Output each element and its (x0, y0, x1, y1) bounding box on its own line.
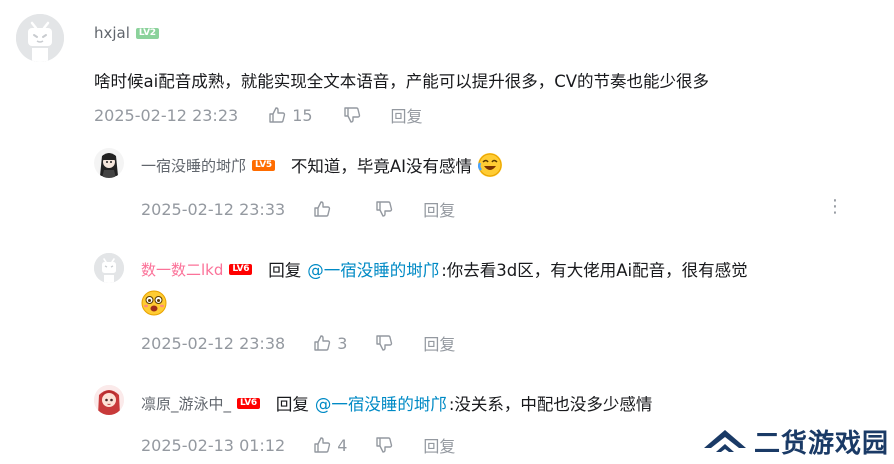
thumbs-down-icon (343, 107, 360, 123)
reply-button[interactable]: 回复 (423, 197, 455, 221)
level-badge: LV5 (252, 159, 275, 171)
dislike-button[interactable] (343, 106, 361, 124)
thumbs-up-icon (314, 437, 331, 453)
reply-avatar[interactable] (94, 148, 124, 178)
thumbs-down-icon (376, 437, 393, 453)
reply-text: :没关系，中配也没多少感情 (448, 395, 653, 414)
user-avatar[interactable] (16, 14, 64, 62)
anime-avatar-icon (94, 148, 124, 178)
like-button[interactable]: 15 (268, 105, 313, 125)
reply-time: 2025-02-12 23:38 (141, 333, 286, 353)
like-count: 4 (337, 435, 348, 455)
watermark: 二货游戏园 (702, 423, 889, 460)
level-badge: LV6 (229, 263, 253, 275)
reply-line: 凛原_游泳中_ LV6 回复 @一宿没睡的埘邝 :没关系，中配也没多少感情 (141, 391, 652, 415)
like-button[interactable]: 3 (313, 334, 347, 353)
reply-time: 2025-02-12 23:33 (141, 199, 286, 219)
thumbs-up-icon (314, 201, 331, 217)
reply-prefix: 回复 (275, 395, 309, 414)
thumbs-down-icon (376, 335, 393, 351)
surprised-emoji-icon (141, 290, 167, 320)
reply-button[interactable]: 回复 (423, 331, 455, 355)
more-options-icon[interactable]: ⋮ (826, 196, 844, 217)
level-badge: LV6 (237, 397, 260, 409)
mention-link[interactable]: @一宿没睡的埘邝 (315, 391, 447, 415)
thumbs-down-icon (376, 201, 393, 217)
reply-text: :你去看3d区，有大佬用Ai配音，很有感觉 (441, 261, 748, 280)
comment-header: hxjal LV2 (94, 24, 159, 42)
watermark-logo-icon (704, 429, 746, 452)
reply-line: 数一数二lkd LV6 回复 @一宿没睡的埘邝 :你去看3d区，有大佬用Ai配音… (141, 257, 748, 281)
comment-text: 啥时候ai配音成熟，就能实现全文本语音，产能可以提升很多，CV的节奏也能少很多 (94, 72, 710, 91)
dislike-button[interactable] (375, 436, 393, 454)
reply-button[interactable]: 回复 (423, 433, 455, 457)
like-count: 3 (337, 333, 348, 353)
mention-link[interactable]: @一宿没睡的埘邝 (307, 257, 439, 281)
crying-laughing-emoji-icon (477, 153, 502, 177)
reply-avatar[interactable] (94, 253, 124, 283)
default-avatar-icon (16, 14, 64, 62)
level-badge: LV2 (135, 27, 159, 39)
reply-meta: 2025-02-12 23:38 3 回复 (141, 331, 455, 355)
reply-meta: 2025-02-13 01:12 4 回复 (141, 433, 455, 457)
reply-username[interactable]: 数一数二lkd (141, 259, 223, 280)
anime-avatar-icon (94, 385, 124, 415)
dislike-button[interactable] (375, 200, 393, 218)
reply-meta: 2025-02-12 23:33 回复 (141, 197, 455, 221)
reply-username[interactable]: 一宿没睡的埘邝 (141, 155, 246, 176)
like-button[interactable]: 4 (313, 436, 347, 455)
comment-time: 2025-02-12 23:23 (94, 105, 239, 125)
thumbs-up-icon (314, 335, 331, 351)
reply-avatar[interactable] (94, 385, 124, 415)
reply-line: 一宿没睡的埘邝 LV5 不知道，毕竟AI没有感情 (141, 153, 502, 177)
like-count: 15 (292, 105, 313, 125)
reply-button[interactable]: 回复 (391, 103, 423, 127)
default-avatar-icon (94, 253, 124, 283)
reply-time: 2025-02-13 01:12 (141, 435, 286, 455)
dislike-button[interactable] (375, 334, 393, 352)
reply-username[interactable]: 凛原_游泳中_ (141, 393, 231, 414)
thumbs-up-icon (269, 107, 286, 123)
reply-prefix: 回复 (268, 261, 302, 280)
watermark-text: 二货游戏园 (754, 429, 890, 459)
comment-username[interactable]: hxjal (94, 24, 130, 42)
comment-meta: 2025-02-12 23:23 15 回复 (94, 103, 423, 127)
like-button[interactable] (313, 200, 337, 218)
reply-text: 不知道，毕竟AI没有感情 (290, 157, 472, 176)
